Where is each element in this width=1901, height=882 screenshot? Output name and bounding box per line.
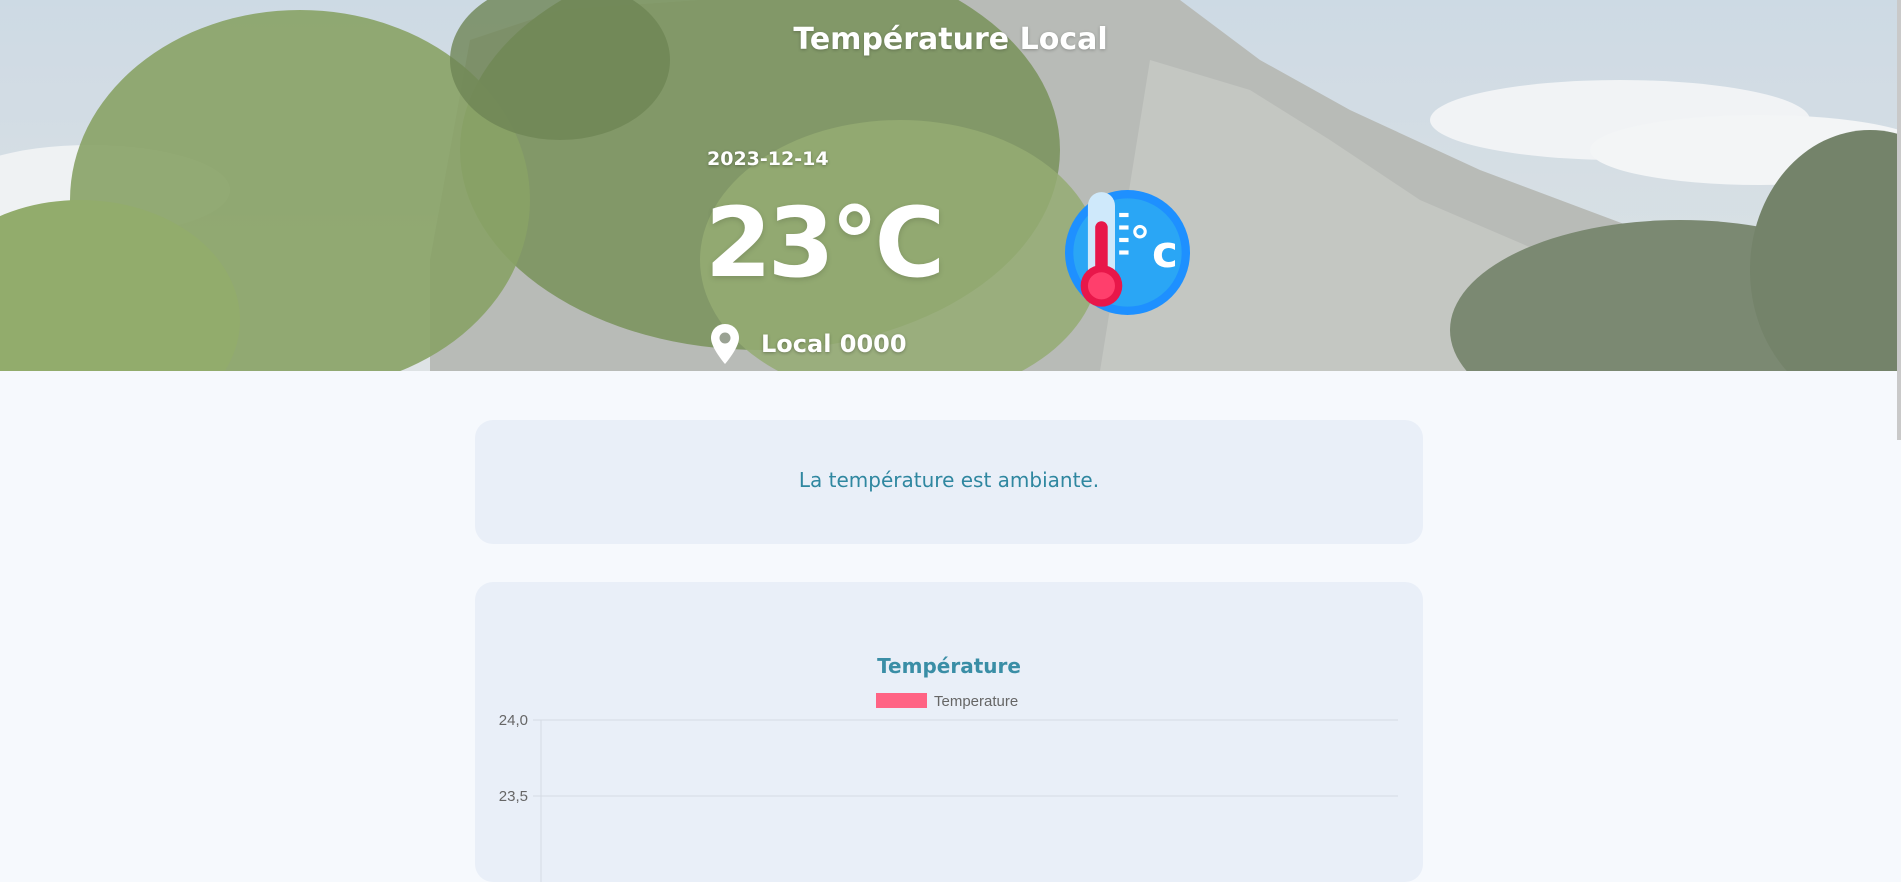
y-tick-label: 23,5: [499, 788, 528, 805]
location-pin-icon: [711, 324, 739, 364]
page-title: Température Local: [793, 22, 1108, 57]
thermometer-celsius-icon: c: [1065, 190, 1190, 315]
legend-label-temperature: Temperature: [934, 693, 1018, 710]
page-scrollbar[interactable]: [1897, 0, 1901, 440]
temperature-chart: Température Temperature 24,0 23,5: [499, 654, 1398, 882]
svg-text:c: c: [1152, 227, 1178, 278]
current-date: 2023-12-14: [707, 148, 829, 170]
status-card: La température est ambiante.: [475, 420, 1423, 544]
status-message: La température est ambiante.: [798, 468, 1100, 492]
chart-legend[interactable]: Temperature: [876, 693, 1018, 710]
temperature-chart-card: Température Temperature 24,0 23,5: [475, 582, 1423, 882]
y-axis: 24,0 23,5: [499, 712, 1398, 882]
chart-title: Température: [877, 654, 1021, 678]
location-row: Local 0000: [711, 324, 907, 364]
hero-banner: Température Local 2023-12-14 23°C c Loca…: [0, 0, 1901, 371]
y-tick-label: 24,0: [499, 712, 528, 729]
location-name: Local 0000: [761, 330, 907, 358]
current-temperature: 23°C: [705, 187, 945, 299]
legend-swatch-temperature: [876, 693, 927, 708]
